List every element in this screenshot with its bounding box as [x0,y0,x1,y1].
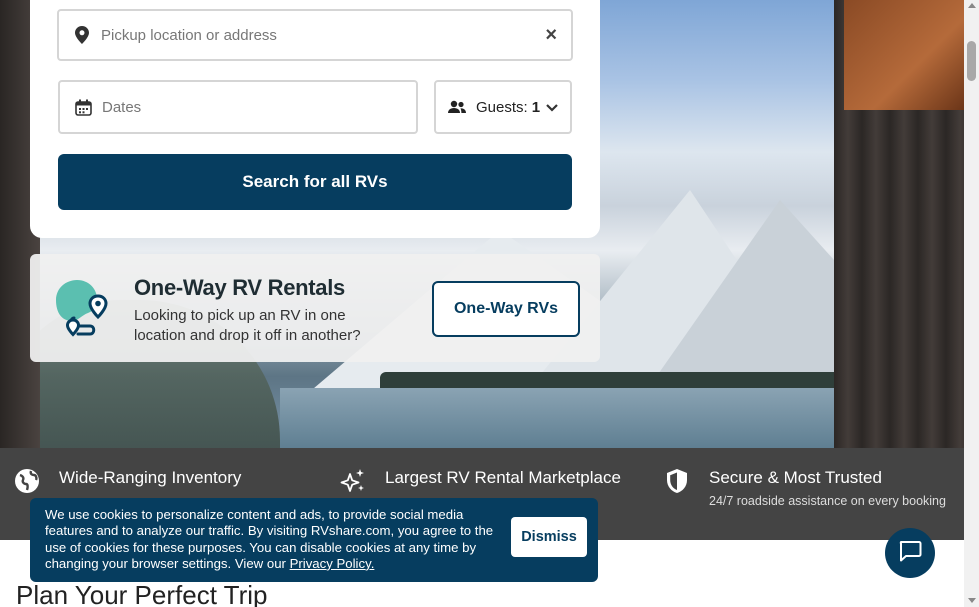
map-pin-icon [73,26,91,44]
feature-title: Largest RV Rental Marketplace [385,468,621,487]
guests-label: Guests: [476,98,528,116]
section-title: Plan Your Perfect Trip [16,580,268,607]
feature-subtitle: 24/7 roadside assistance on every bookin… [709,494,946,508]
users-icon [448,98,466,116]
dismiss-button[interactable]: Dismiss [511,517,587,557]
scrollbar[interactable] [964,0,979,607]
cookie-banner: We use cookies to personalize content an… [30,498,598,582]
guests-value: 1 [531,98,541,116]
close-icon[interactable]: × [545,24,557,47]
scrollbar-thumb[interactable] [967,41,976,81]
one-way-title: One-Way RV Rentals [134,275,345,300]
shield-icon [664,468,690,494]
dates-placeholder: Dates [102,98,142,116]
feature-title: Secure & Most Trusted [709,468,882,487]
scroll-up-icon[interactable] [968,3,976,8]
cookie-text: We use cookies to personalize content an… [45,507,494,571]
search-button[interactable]: Search for all RVs [58,154,572,210]
guests-select[interactable]: Guests: 1 [434,80,572,134]
dates-field[interactable]: Dates [58,80,418,134]
cookie-message: We use cookies to personalize content an… [45,507,495,572]
chat-bubble-icon [898,540,922,567]
feature-title: Wide-Ranging Inventory [59,468,242,487]
one-way-button[interactable]: One-Way RVs [432,281,580,337]
one-way-description: Looking to pick up an RV in one location… [134,307,361,344]
route-map-icon [52,278,112,338]
globe-icon [14,468,40,494]
pickup-field[interactable]: Pickup location or address × [57,9,573,61]
sparkles-icon [340,468,366,494]
calendar-icon [74,98,92,116]
chat-button[interactable] [885,528,935,578]
scroll-down-icon[interactable] [968,598,976,603]
chevron-down-icon [546,99,558,116]
pickup-placeholder: Pickup location or address [101,26,277,44]
search-card: Pickup location or address × Dates Guest… [30,0,600,238]
one-way-card: One-Way RV Rentals Looking to pick up an… [30,254,600,362]
wood-frame [844,0,964,110]
privacy-policy-link[interactable]: Privacy Policy. [290,556,375,571]
